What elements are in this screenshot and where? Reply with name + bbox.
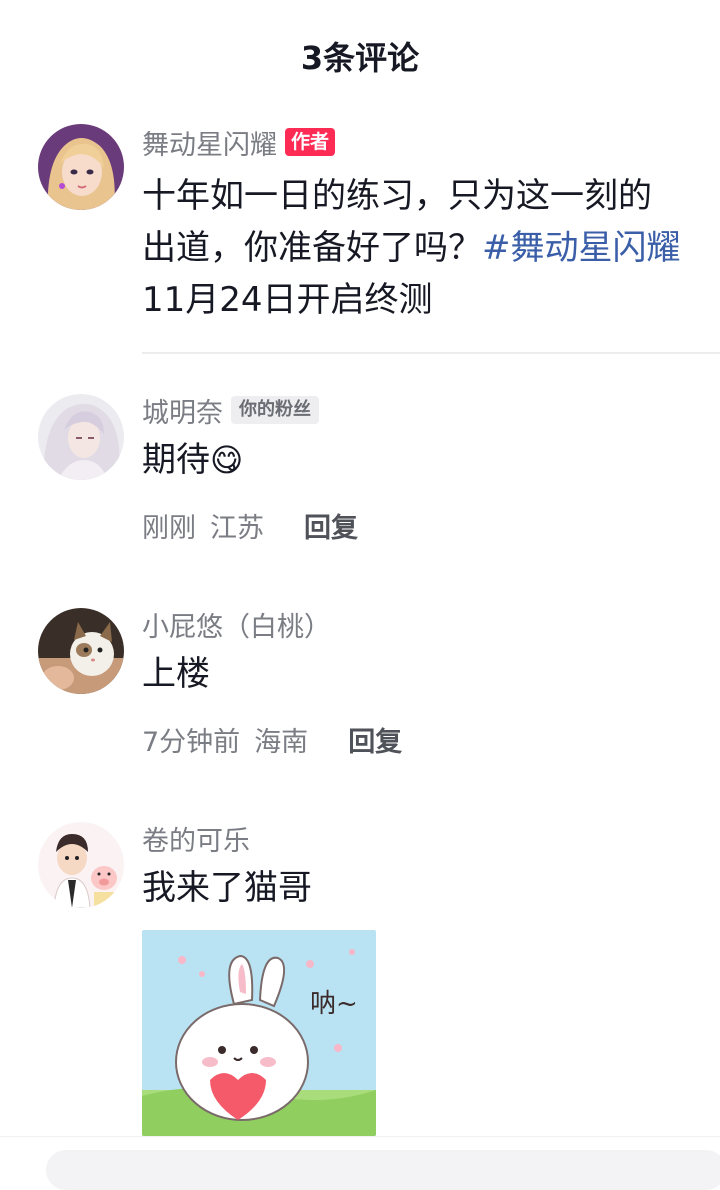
fan-badge: 你的粉丝 — [231, 396, 319, 424]
comment-time: 刚刚 — [142, 513, 196, 544]
comments-header: 3条评论 — [0, 0, 720, 116]
commenter-name[interactable]: 舞动星闪耀 — [142, 123, 277, 162]
reply-button[interactable]: 回复 — [304, 506, 358, 545]
comment-item[interactable]: 城明奈 你的粉丝 期待😋 刚刚 江苏 回复 — [0, 392, 720, 562]
comment-location: 江苏 — [210, 513, 264, 544]
commenter-name[interactable]: 小屁悠（白桃） — [142, 605, 331, 644]
yum-emoji-icon: 😋 — [210, 441, 244, 479]
comment-text-line: 十年如一日的练习，只为这一刻的 — [142, 176, 652, 216]
comment-location: 海南 — [254, 727, 309, 758]
comment-text-line: 11月24日开启终测 — [142, 280, 433, 320]
comment-time: 7分钟前 — [142, 727, 241, 758]
comment-count-title: 3条评论 — [300, 39, 420, 77]
sticker-text: 呐~ — [310, 989, 358, 1019]
author-badge: 作者 — [285, 128, 336, 156]
comment-text: 期待 — [142, 440, 210, 480]
commenter-name[interactable]: 卷的可乐 — [142, 819, 250, 858]
sticker-image[interactable]: 呐~ — [142, 930, 376, 1136]
divider — [142, 352, 720, 354]
comment-text-line: 出道，你准备好了吗？ — [142, 228, 482, 268]
comment-text: 上楼 — [142, 654, 210, 694]
commenter-name[interactable]: 城明奈 — [142, 391, 223, 430]
reply-button[interactable]: 回复 — [348, 720, 402, 759]
comment-item[interactable]: 小屁悠（白桃） 上楼 7分钟前 海南 回复 — [0, 606, 720, 776]
avatar[interactable] — [38, 822, 124, 908]
comment-input-bar[interactable] — [46, 1150, 720, 1190]
comment-item[interactable]: 舞动星闪耀 作者 十年如一日的练习，只为这一刻的 出道，你准备好了吗？#舞动星闪… — [0, 124, 720, 354]
avatar[interactable] — [38, 608, 124, 694]
avatar[interactable] — [38, 124, 124, 210]
avatar[interactable] — [38, 394, 124, 480]
comment-text: 我来了猫哥 — [142, 868, 312, 908]
hashtag-link[interactable]: #舞动星闪耀 — [482, 228, 681, 268]
